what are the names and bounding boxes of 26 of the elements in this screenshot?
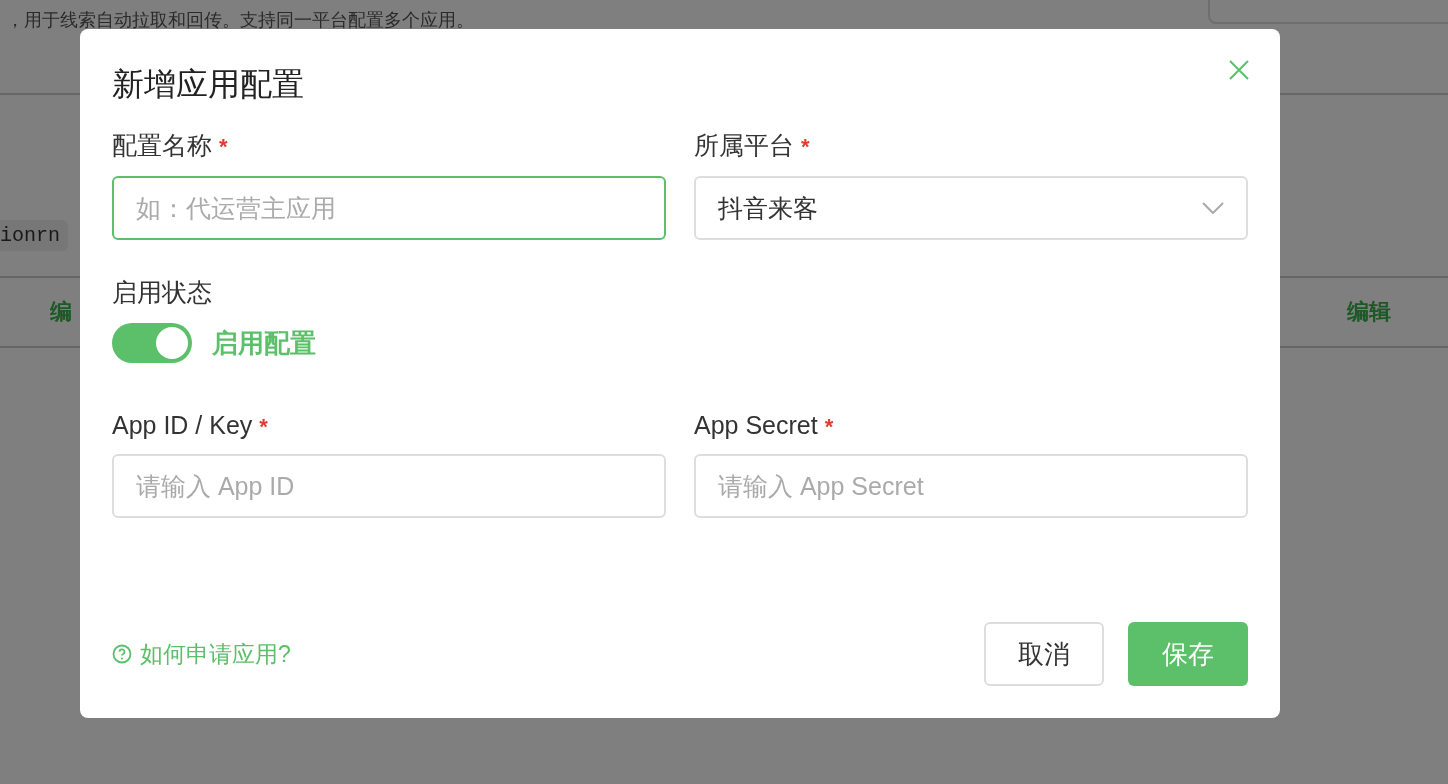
save-button[interactable]: 保存 — [1128, 622, 1248, 686]
help-link[interactable]: 如何申请应用? — [112, 638, 291, 670]
text-field[interactable]: 如：代运营主应用 — [112, 176, 666, 240]
required-mark: * — [800, 134, 810, 159]
edit-link[interactable]: 编 — [50, 297, 72, 327]
edit-link[interactable]: 编辑 — [1347, 297, 1391, 327]
platform-select[interactable]: 抖音来客 — [694, 176, 1248, 240]
text-field[interactable]: 请输入 App Secret — [694, 454, 1248, 518]
required-mark: * — [259, 414, 268, 439]
help-icon — [112, 644, 132, 664]
required-mark: * — [218, 134, 228, 159]
field-label: 所属平台 — [694, 131, 794, 159]
dialog-title: 新增应用配置 — [112, 65, 304, 104]
field-label: App Secret — [694, 411, 818, 439]
description-text: ，用于线索自动拉取和回传。支持同一平台配置多个应用。 — [6, 9, 474, 32]
field-label: App ID / Key — [112, 411, 253, 439]
field-label: 配置名称 — [112, 131, 212, 159]
required-mark: * — [824, 414, 834, 439]
text-field[interactable]: 请输入 App ID — [112, 454, 666, 518]
toggle-switch[interactable] — [112, 323, 192, 363]
close-icon[interactable] — [1228, 59, 1250, 81]
chevron-down-icon — [1202, 202, 1224, 214]
toggle-label: 启用配置 — [212, 326, 316, 360]
cancel-button[interactable]: 取消 — [984, 622, 1104, 686]
field-label: 启用状态 — [112, 277, 213, 308]
code-chip: ionrn — [0, 220, 68, 251]
